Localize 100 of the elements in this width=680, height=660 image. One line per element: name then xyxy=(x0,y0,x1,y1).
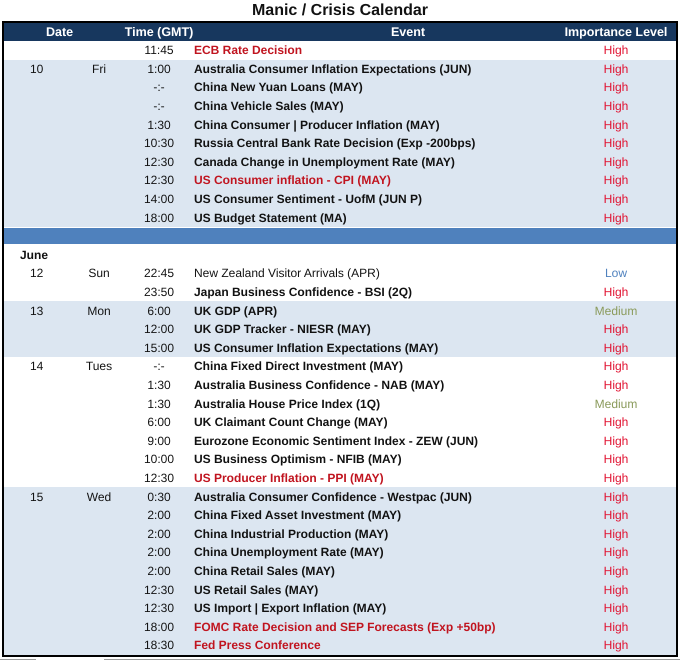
event-cell: US Producer Inflation - PPI (MAY) xyxy=(194,470,384,485)
event-cell: China Industrial Production (MAY) xyxy=(194,526,388,541)
event-cell: China Consumer | Producer Inflation (MAY) xyxy=(194,118,440,132)
event-cell: US Consumer inflation - CPI (MAY) xyxy=(194,173,391,188)
event-cell: China Retail Sales (MAY) xyxy=(194,564,335,578)
event-cell: New Zealand Visitor Arrivals (APR) xyxy=(194,266,380,280)
time-cell: 12:30 xyxy=(144,154,174,169)
weekday-cell: Sun xyxy=(88,266,110,280)
importance-cell: High xyxy=(604,118,628,132)
importance-cell: High xyxy=(604,490,628,504)
time-cell: -:- xyxy=(153,99,165,114)
importance-cell: High xyxy=(604,136,628,150)
importance-cell: High xyxy=(604,285,628,300)
time-cell: 2:00 xyxy=(147,508,171,522)
time-cell: 2:00 xyxy=(147,564,171,578)
time-cell: 2:00 xyxy=(147,526,171,541)
time-cell: 11:45 xyxy=(144,43,174,58)
importance-cell: High xyxy=(604,43,628,58)
importance-cell: Medium xyxy=(594,304,638,318)
importance-cell: High xyxy=(604,526,628,541)
event-cell: US Consumer Inflation Expectations (MAY) xyxy=(194,340,438,355)
importance-cell: High xyxy=(604,154,628,169)
event-cell: US Business Optimism - NFIB (MAY) xyxy=(194,452,402,466)
importance-cell: High xyxy=(604,620,628,634)
time-cell: 1:30 xyxy=(147,378,171,392)
time-cell: 9:00 xyxy=(147,434,171,448)
time-cell: 6:00 xyxy=(147,304,171,318)
date-cell: 10 xyxy=(30,62,44,76)
event-cell: Russia Central Bank Rate Decision (Exp -200bps) xyxy=(194,136,476,150)
time-cell: 14:00 xyxy=(144,192,174,206)
date-cell: 12 xyxy=(30,266,44,280)
time-cell: 12:30 xyxy=(144,582,174,597)
time-cell: 10:00 xyxy=(144,452,174,466)
importance-cell: High xyxy=(604,434,628,448)
importance-cell: High xyxy=(604,192,628,206)
importance-cell: High xyxy=(604,415,628,430)
event-cell: China Fixed Asset Investment (MAY) xyxy=(194,508,402,522)
time-cell: 1:30 xyxy=(147,118,171,132)
time-cell: 18:00 xyxy=(144,620,174,634)
importance-cell: High xyxy=(604,378,628,392)
importance-cell: High xyxy=(604,508,628,522)
importance-cell: High xyxy=(604,470,628,485)
event-cell: Australia House Price Index (1Q) xyxy=(194,396,380,411)
importance-cell: High xyxy=(604,601,628,616)
time-cell: 1:30 xyxy=(147,396,171,411)
date-cell: 15 xyxy=(30,490,44,504)
time-cell: 2:00 xyxy=(147,545,171,560)
importance-cell: High xyxy=(604,638,628,652)
importance-cell: High xyxy=(604,545,628,560)
time-cell: -:- xyxy=(153,359,165,374)
importance-cell: High xyxy=(604,359,628,374)
event-cell: China Fixed Direct Investment (MAY) xyxy=(194,359,403,374)
importance-cell: High xyxy=(604,340,628,355)
time-cell: -:- xyxy=(153,80,165,94)
importance-cell: High xyxy=(604,62,628,76)
time-cell: 12:30 xyxy=(144,601,174,616)
time-cell: 18:30 xyxy=(144,638,174,652)
time-cell: 10:30 xyxy=(144,136,174,150)
time-cell: 12:30 xyxy=(144,173,174,188)
time-cell: 1:00 xyxy=(147,62,171,76)
event-cell: US Budget Statement (MA) xyxy=(194,210,347,225)
importance-cell: High xyxy=(604,452,628,466)
importance-cell: Medium xyxy=(594,396,638,411)
weekday-cell: Mon xyxy=(87,304,111,318)
time-cell: 15:00 xyxy=(144,340,174,355)
event-cell: China Unemployment Rate (MAY) xyxy=(194,545,384,560)
column-header: Time (GMT) xyxy=(124,25,194,39)
weekday-cell: Tues xyxy=(86,359,112,374)
event-cell: Canada Change in Unemployment Rate (MAY) xyxy=(194,154,455,169)
importance-cell: High xyxy=(604,173,628,188)
time-cell: 12:30 xyxy=(144,470,174,485)
column-header: Event xyxy=(390,25,426,39)
event-cell: Australia Consumer Confidence - Westpac (JUN) xyxy=(194,490,472,504)
event-cell: FOMC Rate Decision and SEP Forecasts (Exp +50bp) xyxy=(194,620,496,634)
column-header: Importance Level xyxy=(564,25,668,39)
time-cell: 12:00 xyxy=(144,322,174,336)
importance-cell: High xyxy=(604,99,628,114)
event-cell: ECB Rate Decision xyxy=(194,43,302,58)
importance-cell: High xyxy=(604,322,628,336)
time-cell: 22:45 xyxy=(144,266,174,280)
event-cell: China New Yuan Loans (MAY) xyxy=(194,80,363,94)
date-cell: 13 xyxy=(30,304,44,318)
event-cell: US Consumer Sentiment - UofM (JUN P) xyxy=(194,192,422,206)
month-label: June xyxy=(20,246,48,264)
time-cell: 18:00 xyxy=(144,210,174,225)
weekday-cell: Wed xyxy=(86,490,112,504)
event-cell: US Retail Sales (MAY) xyxy=(194,582,318,597)
date-cell: 14 xyxy=(30,359,44,374)
importance-cell: High xyxy=(604,564,628,578)
event-cell: China Vehicle Sales (MAY) xyxy=(194,99,344,114)
event-cell: Fed Press Conference xyxy=(194,638,321,652)
time-cell: 23:50 xyxy=(144,285,174,300)
event-cell: Japan Business Confidence - BSI (2Q) xyxy=(194,285,412,300)
event-cell: Australia Business Confidence - NAB (MAY) xyxy=(194,378,444,392)
weekday-cell: Fri xyxy=(92,62,106,76)
time-cell: 0:30 xyxy=(147,490,171,504)
importance-cell: Low xyxy=(604,266,627,280)
event-cell: UK GDP (APR) xyxy=(194,304,278,318)
column-header: Date xyxy=(46,25,74,39)
time-cell: 6:00 xyxy=(147,415,171,430)
